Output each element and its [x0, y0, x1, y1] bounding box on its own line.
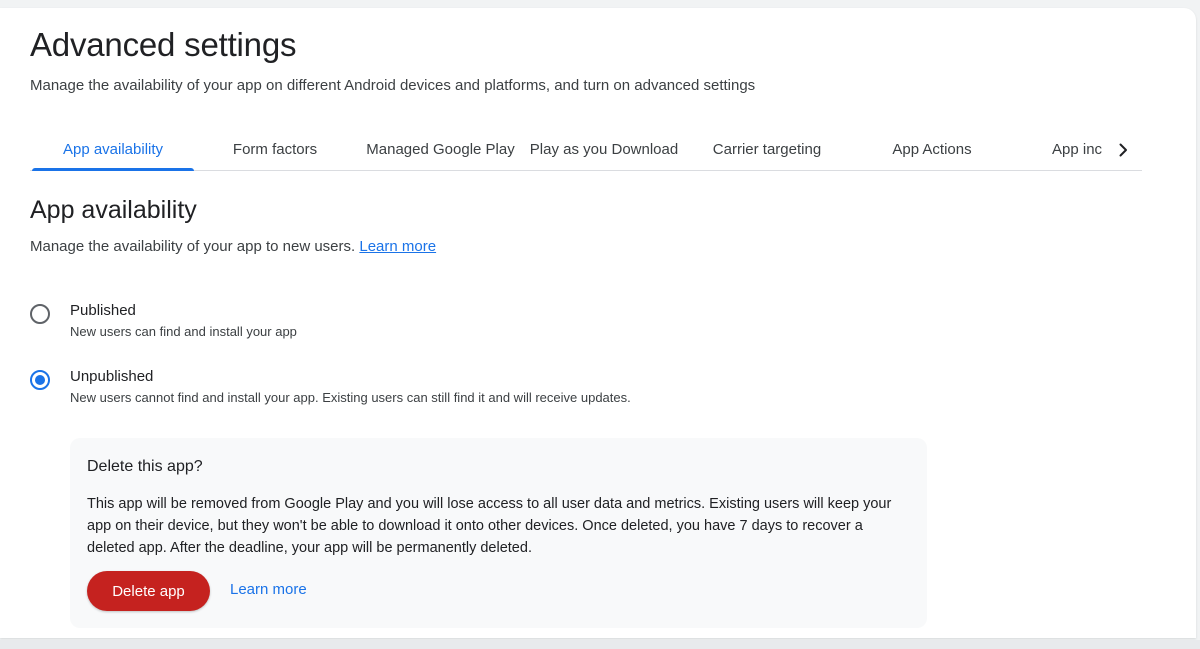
- delete-app-button[interactable]: Delete app: [87, 571, 210, 611]
- unpublished-radio[interactable]: [30, 370, 50, 390]
- option-unpublished[interactable]: Unpublished New users cannot find and in…: [30, 368, 930, 412]
- delete-panel-body: This app will be removed from Google Pla…: [87, 496, 892, 556]
- delete-panel-title: Delete this app?: [87, 458, 203, 475]
- tab-app-availability[interactable]: App availability: [32, 132, 194, 171]
- settings-card: Advanced settings Manage the availabilit…: [0, 8, 1196, 638]
- unpublished-help: New users cannot find and install your a…: [70, 390, 631, 405]
- tab-carrier-targeting[interactable]: Carrier targeting: [702, 132, 832, 170]
- section-description: Manage the availability of your app to n…: [30, 238, 436, 255]
- section-description-text: Manage the availability of your app to n…: [30, 238, 356, 255]
- option-published[interactable]: Published New users can find and install…: [30, 302, 930, 346]
- published-label: Published: [70, 302, 136, 319]
- learn-more-link[interactable]: Learn more: [359, 238, 436, 255]
- tab-form-factors[interactable]: Form factors: [210, 132, 340, 170]
- tab-app-actions[interactable]: App Actions: [872, 132, 992, 170]
- published-radio[interactable]: [30, 304, 50, 324]
- delete-app-panel: Delete this app? This app will be remove…: [70, 438, 927, 628]
- radio-selected-dot: [35, 375, 45, 385]
- tabs-scroll-right-button[interactable]: [1112, 132, 1134, 168]
- unpublished-label: Unpublished: [70, 368, 154, 385]
- section-title: App availability: [30, 196, 197, 224]
- tab-bar: App availability Form factors Managed Go…: [30, 132, 1142, 171]
- tab-play-as-you-download[interactable]: Play as you Download: [528, 132, 680, 170]
- page-title: Advanced settings: [30, 26, 297, 63]
- chevron-right-icon: [1119, 143, 1127, 157]
- tab-app-inc[interactable]: App inc: [1052, 132, 1110, 170]
- page-bottom-edge: [0, 640, 1200, 649]
- tab-managed-google-play[interactable]: Managed Google Play: [363, 132, 518, 170]
- delete-learn-more-link[interactable]: Learn more: [230, 581, 307, 598]
- page-subtitle: Manage the availability of your app on d…: [30, 77, 756, 94]
- published-help: New users can find and install your app: [70, 324, 297, 339]
